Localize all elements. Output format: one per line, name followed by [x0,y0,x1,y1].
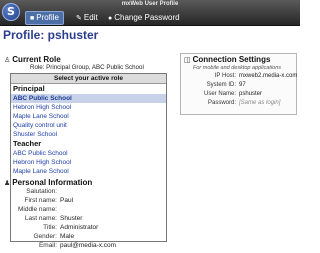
role-list-header: Select your active role [11,74,166,84]
page-title: Profile: pshuster [3,28,99,42]
first-name-label: First name: [24,197,57,204]
personal-row-last-name: Last name: Shuster [0,215,180,224]
connection-settings-panel: ◫ Connection Settings For mobile and desk… [180,53,297,115]
nav-profile-label: Profile [36,13,59,22]
user-name-value: pshuster [239,91,263,97]
personal-row-first-name: First name: Paul [0,197,180,206]
connection-settings-subtitle: For mobile and desktop applications [193,65,282,71]
personal-row-email: Email: paul@media-x.com [0,242,180,251]
connection-settings-heading-text: Connection Settings [192,55,271,64]
connection-row-password: Password: [Same as login] [181,100,296,109]
personal-info-heading: ♟ Personal Information [4,178,92,187]
role-option[interactable]: ABC Public School [11,94,166,103]
role-option[interactable]: Hebron High School [11,103,166,112]
personal-info-heading-text: Personal Information [12,178,93,187]
password-label: Password: [207,100,236,106]
password-value: [Same as login] [239,100,281,106]
salutation-label: Salutation: [26,188,57,195]
connection-icon: ◫ [184,57,191,64]
top-navigation-bar: S mxWeb User Profile ■ Profile ✎ Edit ● Cha… [0,0,300,26]
email-value[interactable]: paul@media-x.com [60,242,116,249]
gender-value: Male [60,233,75,240]
gender-label: Gender: [33,233,58,240]
personal-row-middle-name: Middle name: [0,206,180,215]
role-group-principal: Principal [13,84,45,93]
people-icon: ♟ [4,180,11,187]
nav-change-password-label: Change Password [114,13,180,22]
nav-profile-button[interactable]: ■ Profile [25,11,64,25]
role-option[interactable]: Maple Lane School [11,167,166,176]
role-group-teacher: Teacher [13,139,42,148]
first-name-value: Paul [60,197,74,204]
nav-edit-label: Edit [83,13,98,22]
title-label: Title: [43,224,57,231]
window-title: mxWeb User Profile [121,1,179,7]
connection-row-ip-host: IP Host: mxweb2.media-x.com [181,73,298,82]
personal-row-title: Title: Administrator [0,224,180,233]
system-id-label: System ID: [206,82,236,88]
role-option[interactable]: Maple Lane School [11,112,166,121]
connection-row-user-name: User Name: pshuster [181,91,296,100]
title-value: Administrator [60,224,99,231]
current-role-heading: ♙ Current Role [4,55,61,64]
personal-row-salutation: Salutation: [0,188,180,197]
ip-host-value: mxweb2.media-x.com [239,73,298,79]
current-role-text: Role: Principal Group, ABC Public School [30,64,144,71]
person-icon: ■ [30,15,35,22]
ip-host-label: IP Host: [214,73,236,79]
role-option[interactable]: Quality control unit [11,121,166,130]
role-option[interactable]: ABC Public School [11,149,166,158]
nav-change-password-button[interactable]: ● Change Password [104,12,184,24]
role-option[interactable]: Hebron High School [11,158,166,167]
edit-icon: ✎ [76,15,82,22]
key-icon: ● [108,15,113,22]
role-icon: ♙ [4,57,11,64]
connection-settings-heading: ◫ Connection Settings [184,55,270,64]
last-name-value: Shuster [60,215,83,222]
email-label: Email: [38,242,57,249]
current-role-heading-text: Current Role [12,55,61,64]
role-option[interactable]: Shuster School [11,130,166,139]
nav-edit-button[interactable]: ✎ Edit [72,12,102,24]
user-name-label: User Name: [203,91,236,97]
personal-row-gender: Gender: Male [0,233,180,242]
system-id-value: 97 [239,82,246,88]
middle-name-label: Middle name: [17,206,57,213]
last-name-label: Last name: [24,215,57,222]
connection-row-system-id: System ID: 97 [181,82,296,91]
